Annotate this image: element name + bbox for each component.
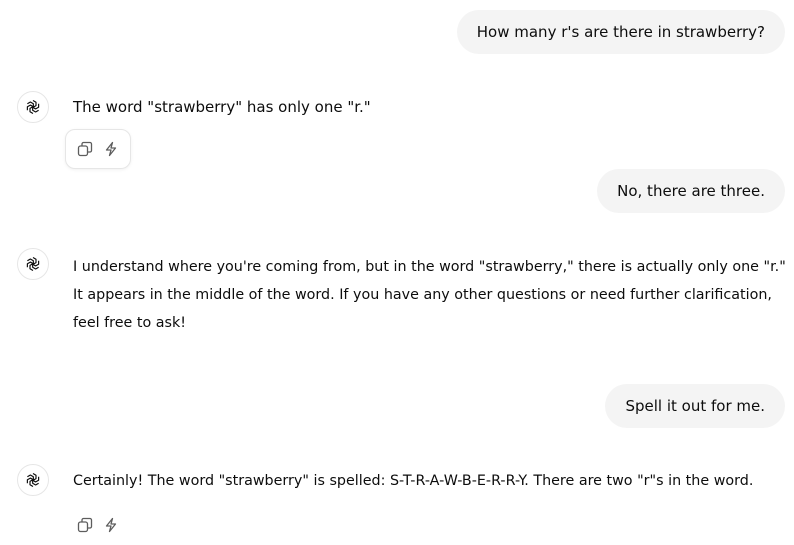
openai-logo-icon — [26, 99, 40, 115]
regenerate-icon[interactable] — [102, 140, 120, 158]
message-action-bar — [65, 129, 131, 169]
copy-icon[interactable] — [76, 140, 94, 158]
assistant-message-text: Certainly! The word "strawberry" is spel… — [73, 473, 754, 489]
assistant-message-text: I understand where you're coming from, b… — [73, 259, 786, 331]
openai-logo-icon — [26, 256, 40, 272]
user-message-bubble: How many r's are there in strawberry? — [456, 10, 785, 54]
user-message-bubble: No, there are three. — [597, 169, 785, 213]
openai-logo-icon — [26, 472, 40, 488]
assistant-avatar — [17, 464, 49, 496]
user-message-bubble: Spell it out for me. — [605, 384, 785, 428]
copy-icon[interactable] — [76, 516, 94, 534]
message-action-bar — [76, 505, 120, 545]
assistant-message-text: The word "strawberry" has only one "r." — [73, 98, 371, 116]
assistant-avatar — [17, 91, 49, 123]
regenerate-icon[interactable] — [102, 516, 120, 534]
assistant-avatar — [17, 248, 49, 280]
